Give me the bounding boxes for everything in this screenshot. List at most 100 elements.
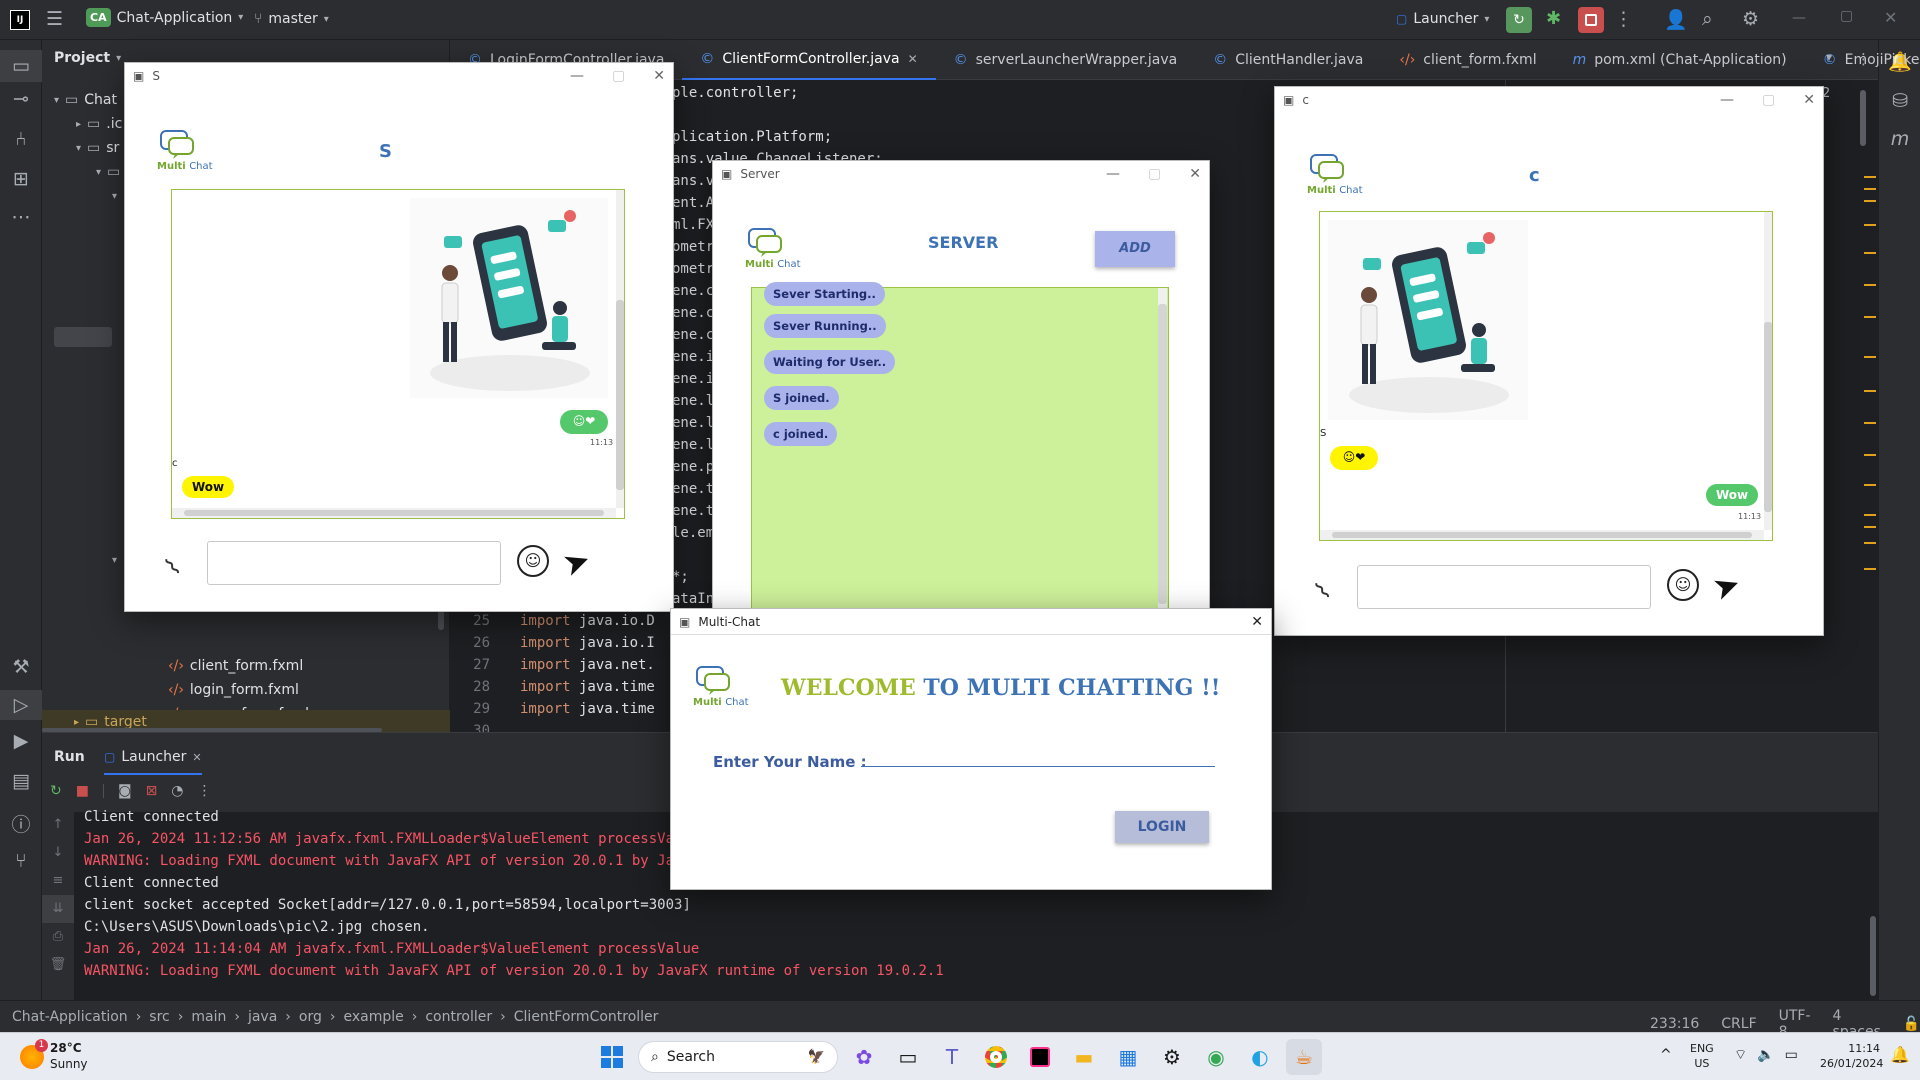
warning-stripe[interactable] bbox=[1864, 484, 1876, 486]
rerun-icon[interactable]: ↻ bbox=[50, 783, 62, 799]
maximize-button[interactable]: ▢ bbox=[612, 68, 625, 84]
problems-icon[interactable]: ⓘ bbox=[0, 810, 42, 837]
database-icon[interactable]: ⛁ bbox=[1879, 90, 1920, 112]
build-icon[interactable]: ⚒ bbox=[0, 656, 42, 678]
tree-item-java[interactable]: ▾ bbox=[112, 184, 117, 208]
name-input[interactable] bbox=[861, 737, 1215, 767]
tab-client-handler[interactable]: © ClientHandler.java bbox=[1195, 40, 1381, 80]
chat-hscrollbar[interactable] bbox=[172, 508, 616, 518]
tab-client-form-fxml[interactable]: ‹/› client_form.fxml bbox=[1381, 40, 1554, 80]
run-config-selector[interactable]: ▢ Launcher ▾ bbox=[1396, 11, 1489, 27]
maximize-button[interactable]: ▢ bbox=[1762, 92, 1775, 108]
message-input[interactable] bbox=[1357, 565, 1651, 609]
message-input[interactable] bbox=[207, 541, 501, 585]
network-app-icon[interactable]: ⚙ bbox=[1154, 1039, 1190, 1075]
warning-stripe[interactable] bbox=[1864, 200, 1876, 202]
close-button[interactable]: ✕ bbox=[1189, 166, 1201, 182]
java-app-icon[interactable]: ☕ bbox=[1286, 1039, 1322, 1075]
tree-item-main[interactable]: ▾ ▭ bbox=[96, 160, 120, 184]
maximize-button[interactable]: ▢ bbox=[1840, 8, 1853, 24]
hamburger-menu-icon[interactable]: ☰ bbox=[46, 8, 63, 30]
tabs-overflow-icon[interactable]: ▾ bbox=[1826, 50, 1832, 64]
warning-stripe[interactable] bbox=[1864, 356, 1876, 358]
warning-stripe[interactable] bbox=[1864, 526, 1876, 528]
branch-selector[interactable]: ⑂ master ▾ bbox=[254, 11, 329, 27]
minimize-button[interactable]: — bbox=[1792, 10, 1806, 26]
tab-client-form-controller[interactable]: © ClientFormController.java ✕ bbox=[682, 40, 936, 80]
git-icon[interactable]: ⑂ bbox=[0, 850, 42, 872]
minimize-button[interactable]: — bbox=[1720, 92, 1734, 108]
shared-image[interactable] bbox=[1328, 220, 1528, 420]
scroll-end-icon[interactable]: ⇊ bbox=[42, 895, 74, 923]
warning-stripe[interactable] bbox=[1864, 224, 1876, 226]
language-indicator[interactable]: ENG US bbox=[1690, 1041, 1714, 1071]
chat-area[interactable]: ☺❤ 11:13 c Wow bbox=[171, 189, 625, 519]
pull-request-icon[interactable]: ⑃ bbox=[0, 128, 42, 150]
chat-scrollbar[interactable] bbox=[1764, 212, 1772, 530]
lock-icon[interactable]: 🔓 bbox=[1903, 1016, 1920, 1032]
notification-icon[interactable]: 🔔 bbox=[1890, 1045, 1910, 1064]
tree-item-src[interactable]: ▾ ▭ sr bbox=[76, 136, 119, 160]
project-selector[interactable]: CA Chat-Application ▾ bbox=[86, 8, 243, 27]
tree-file-client-form[interactable]: ‹/› client_form.fxml bbox=[168, 654, 303, 678]
run-tool-icon[interactable]: ▷ bbox=[0, 690, 42, 720]
more-icon[interactable]: ⋮ bbox=[198, 783, 212, 799]
emoji-picker-icon[interactable]: ☺ bbox=[1667, 569, 1699, 601]
editor-scrollbar[interactable] bbox=[1860, 90, 1866, 146]
warning-stripe[interactable] bbox=[1864, 390, 1876, 392]
minimize-button[interactable]: — bbox=[1106, 166, 1120, 182]
tab-pom-xml[interactable]: m pom.xml (Chat-Application) bbox=[1555, 40, 1805, 80]
intellij-icon[interactable] bbox=[1022, 1039, 1058, 1075]
store-icon[interactable]: ▦ bbox=[1110, 1039, 1146, 1075]
login-button[interactable]: LOGIN bbox=[1115, 811, 1209, 843]
emoji-message-bubble[interactable]: ☺❤ bbox=[560, 410, 608, 434]
clock[interactable]: 11:14 26/01/2024 bbox=[1820, 1041, 1883, 1071]
tree-item-root[interactable]: ▾ ▭ Chat bbox=[54, 88, 117, 112]
soft-wrap-icon[interactable]: ≡ bbox=[42, 867, 74, 895]
chat-hscrollbar[interactable] bbox=[1320, 530, 1764, 540]
server-log-area[interactable]: Sever Starting.. Sever Running.. Waiting… bbox=[751, 282, 1169, 618]
terminal-icon[interactable]: ▤ bbox=[0, 770, 42, 792]
breadcrumb-item[interactable]: controller bbox=[425, 1009, 492, 1025]
close-button[interactable]: ✕ bbox=[1251, 614, 1263, 630]
run-tab[interactable]: Run bbox=[54, 749, 85, 765]
cursor-position[interactable]: 233:16 bbox=[1650, 1016, 1699, 1032]
breadcrumb-item[interactable]: Chat-Application bbox=[12, 1009, 128, 1025]
add-user-icon[interactable]: 👤 bbox=[1664, 8, 1688, 31]
warning-stripe[interactable] bbox=[1864, 454, 1876, 456]
console-scrollbar[interactable] bbox=[1870, 916, 1876, 996]
warning-stripe[interactable] bbox=[1864, 514, 1876, 516]
warning-stripe[interactable] bbox=[1864, 542, 1876, 544]
close-tab-icon[interactable]: ✕ bbox=[908, 52, 918, 66]
system-tray[interactable]: ⌔ 🔈 ▭ bbox=[1734, 1046, 1798, 1064]
close-button[interactable]: ✕ bbox=[1803, 92, 1815, 108]
gear-icon[interactable]: ⚙ bbox=[1742, 8, 1759, 30]
more-icon[interactable]: ⋮ bbox=[1856, 50, 1871, 68]
emoji-message-bubble[interactable]: ☺❤ bbox=[1330, 446, 1378, 470]
taskbar-search[interactable]: ⌕ Search 🦅 bbox=[638, 1041, 838, 1073]
launcher-tab[interactable]: ▢ Launcher ✕ bbox=[104, 749, 202, 775]
structure-icon[interactable]: ⊞ bbox=[0, 168, 42, 190]
close-button[interactable]: ✕ bbox=[653, 68, 665, 84]
commit-icon[interactable]: ⊸ bbox=[0, 88, 42, 110]
warning-stripe[interactable] bbox=[1864, 176, 1876, 178]
stop-button[interactable] bbox=[1578, 7, 1604, 33]
close-button[interactable]: ✕ bbox=[1884, 8, 1897, 27]
project-panel-title[interactable]: Project ▾ bbox=[54, 50, 121, 66]
minimize-button[interactable]: — bbox=[570, 68, 584, 84]
breadcrumb-item[interactable]: ClientFormController bbox=[514, 1009, 659, 1025]
breadcrumb-item[interactable]: java bbox=[248, 1009, 277, 1025]
warning-stripe[interactable] bbox=[1864, 284, 1876, 286]
teams-icon[interactable]: T bbox=[934, 1039, 970, 1075]
message-bubble[interactable]: Wow bbox=[1706, 484, 1759, 506]
warning-stripe[interactable] bbox=[1864, 316, 1876, 318]
warning-stripe[interactable] bbox=[1864, 568, 1876, 570]
log-scrollbar[interactable] bbox=[1158, 288, 1167, 618]
more-icon[interactable]: ⋯ bbox=[0, 206, 42, 228]
file-explorer-icon[interactable]: ▬ bbox=[1066, 1039, 1102, 1075]
chat-scrollbar[interactable] bbox=[616, 190, 624, 508]
maven-icon[interactable]: m bbox=[1879, 128, 1920, 150]
trash-icon[interactable]: 🗑 bbox=[42, 951, 74, 979]
add-button[interactable]: ADD bbox=[1095, 231, 1175, 267]
chrome-icon[interactable] bbox=[978, 1039, 1014, 1075]
